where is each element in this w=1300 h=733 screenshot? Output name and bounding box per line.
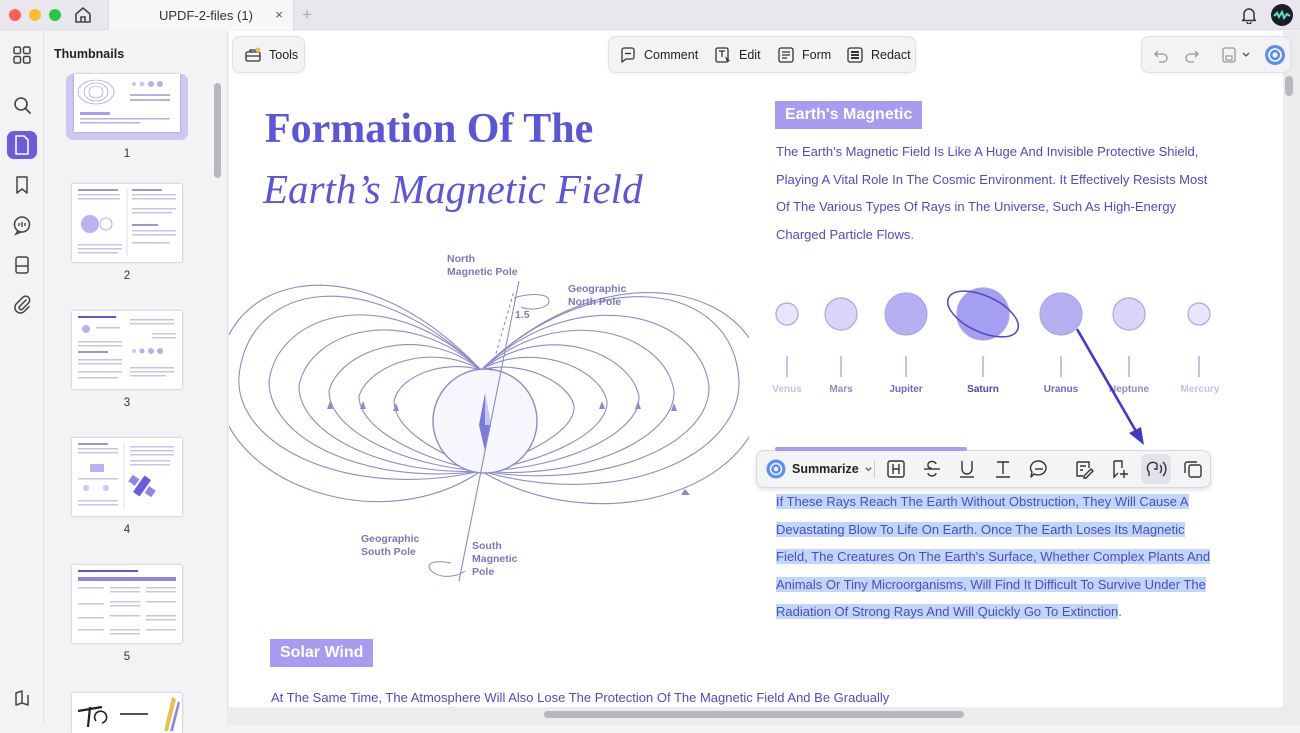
- strikethrough-icon[interactable]: [921, 458, 943, 480]
- thumbnail-number: 5: [123, 651, 131, 663]
- redact-icon: [847, 47, 863, 63]
- redact-button[interactable]: Redact: [846, 37, 911, 73]
- toolbox-icon: [245, 47, 261, 62]
- notification-bell-icon[interactable]: [1240, 6, 1258, 24]
- read-aloud-button[interactable]: [1141, 454, 1171, 484]
- comments-icon[interactable]: [11, 214, 33, 236]
- right-toolbar: [1141, 36, 1291, 73]
- comment-icon: [621, 47, 635, 63]
- planet-label-mercury: Mercury: [1180, 384, 1220, 395]
- search-icon[interactable]: [11, 94, 33, 116]
- edit-icon: [715, 47, 730, 63]
- toolbar-divider: [874, 460, 875, 478]
- ai-summarize-icon: [766, 459, 786, 479]
- layers-icon[interactable]: [11, 687, 33, 709]
- pages-icon[interactable]: [11, 254, 33, 276]
- highlight-icon[interactable]: [885, 458, 907, 480]
- account-avatar[interactable]: [1271, 4, 1293, 26]
- left-icon-bar: [0, 31, 44, 725]
- tab-title: UPDF-2-files (1): [159, 8, 253, 23]
- tools-button[interactable]: Tools: [232, 36, 305, 73]
- comment-icon[interactable]: [1028, 458, 1050, 480]
- planet-label-jupiter: Jupiter: [889, 384, 923, 395]
- summarize-button[interactable]: Summarize: [766, 459, 873, 479]
- form-icon: [778, 47, 794, 63]
- page-icon: [15, 135, 29, 155]
- underline-icon[interactable]: [956, 458, 978, 480]
- thumbnail-page-2[interactable]: 2: [66, 184, 188, 284]
- thumbnail-page-3[interactable]: 3: [66, 311, 188, 411]
- text-icon[interactable]: [992, 458, 1014, 480]
- geographic-north-pole-label: Geographic North Pole: [568, 283, 627, 308]
- vertical-scrollbar[interactable]: [1285, 76, 1293, 96]
- thumbnails-title: Thumbnails: [54, 47, 125, 61]
- copy-icon[interactable]: [1182, 458, 1204, 480]
- undo-icon[interactable]: [1152, 46, 1170, 64]
- planet-label-saturn: Saturn: [967, 384, 999, 395]
- form-button[interactable]: Form: [777, 37, 831, 73]
- chevron-down-icon: [865, 466, 872, 471]
- paragraph-solar-wind: At The Same Time, The Atmosphere Will Al…: [271, 690, 890, 705]
- paragraph-intro: The Earth's Magnetic Field Is Like A Hug…: [776, 144, 1208, 242]
- bookmark-icon[interactable]: [11, 174, 33, 196]
- maximize-window-button[interactable]: [49, 9, 61, 21]
- grid-view-icon[interactable]: [11, 44, 33, 66]
- section-heading-magnetic: Earth's Magnetic: [775, 101, 923, 129]
- pdf-page: Formation Of The Earth’s Magnetic Field: [229, 31, 1283, 707]
- thumbnails-panel: Thumbnails 1 2 3 4 5: [44, 31, 228, 733]
- paragraph-highlighted[interactable]: If These Rays Reach The Earth Without Ob…: [776, 488, 1211, 626]
- north-magnetic-pole-label: North Magnetic Pole: [447, 253, 518, 278]
- add-bookmark-icon[interactable]: [1108, 458, 1130, 480]
- selection-toolbar: Summarize: [756, 447, 1211, 488]
- comment-button[interactable]: Comment: [619, 37, 698, 73]
- note-edit-icon[interactable]: [1073, 458, 1095, 480]
- edit-button[interactable]: Edit: [714, 37, 761, 73]
- home-icon[interactable]: [72, 4, 94, 26]
- thumbnail-number: 2: [123, 270, 131, 282]
- south-magnetic-pole-label: South Magnetic Pole: [472, 540, 518, 578]
- save-icon[interactable]: [1220, 46, 1238, 64]
- tools-label: Tools: [269, 48, 299, 62]
- page-title-line1: Formation Of The: [265, 106, 594, 152]
- thumbnails-panel-button[interactable]: [7, 131, 37, 159]
- read-aloud-icon: [1146, 461, 1167, 477]
- thumbnail-page-5[interactable]: 5: [66, 565, 188, 665]
- close-window-button[interactable]: [9, 9, 21, 21]
- document-viewer: Formation Of The Earth’s Magnetic Field: [229, 31, 1300, 725]
- section-heading-solar-wind: Solar Wind: [270, 639, 374, 667]
- chevron-down-icon[interactable]: [1241, 50, 1251, 60]
- thumbnail-page-6[interactable]: [66, 693, 188, 733]
- minimize-window-button[interactable]: [29, 9, 41, 21]
- angle-label: 1.5: [515, 309, 530, 321]
- geographic-south-pole-label: Geographic South Pole: [361, 533, 420, 558]
- redo-icon[interactable]: [1183, 46, 1201, 64]
- thumbnail-page-4[interactable]: 4: [66, 438, 188, 538]
- title-bar: UPDF-2-files (1) × +: [0, 0, 1300, 30]
- tab-close-icon[interactable]: ×: [275, 7, 283, 22]
- thumbnails-scrollbar[interactable]: [214, 83, 221, 178]
- thumbnail-number: 3: [123, 397, 131, 409]
- horizontal-scrollbar[interactable]: [544, 711, 964, 718]
- new-tab-icon[interactable]: +: [302, 5, 312, 25]
- main-toolbar: Comment Edit Form Redact: [608, 36, 916, 73]
- thumbnail-number: 1: [123, 148, 131, 160]
- arrow-annotation[interactable]: [1069, 321, 1169, 451]
- document-tab[interactable]: UPDF-2-files (1) ×: [108, 0, 294, 30]
- page-title-line2: Earth’s Magnetic Field: [263, 166, 643, 212]
- ai-assistant-icon[interactable]: [1264, 44, 1286, 66]
- attachment-icon[interactable]: [11, 293, 33, 315]
- thumbnail-page-1[interactable]: 1: [66, 74, 188, 164]
- thumbnail-number: 4: [123, 524, 131, 536]
